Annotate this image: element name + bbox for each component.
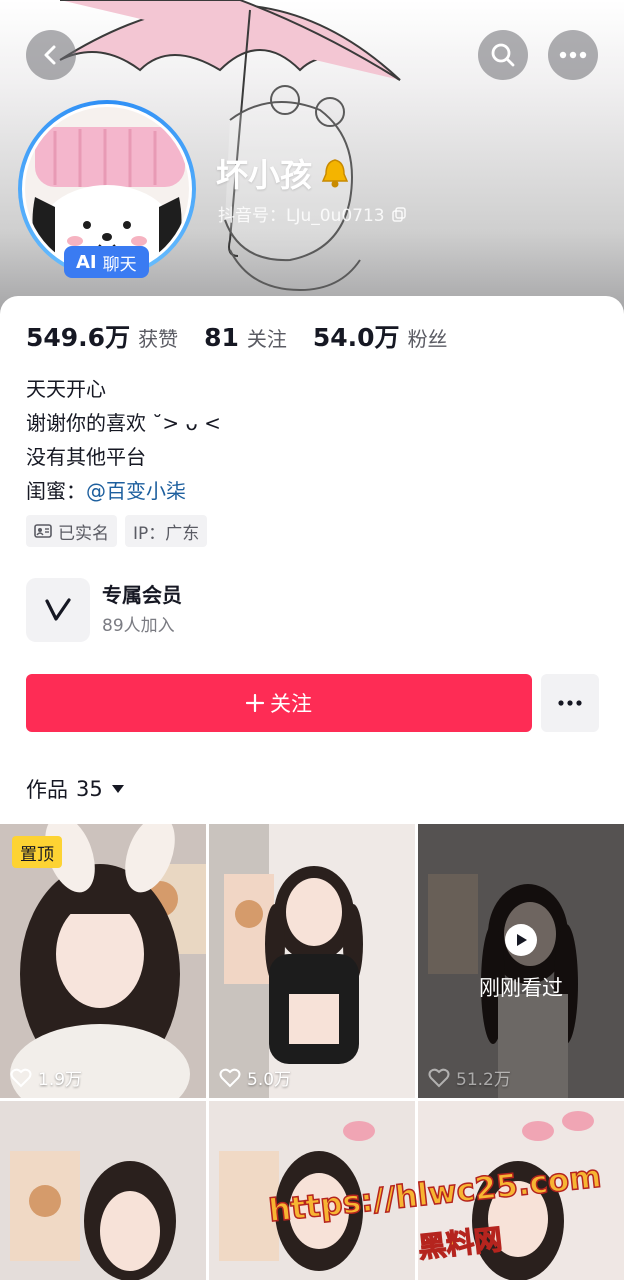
bio-mention-prefix: 闺蜜： (26, 479, 86, 503)
caret-down-icon (111, 785, 124, 793)
following-count[interactable]: 81 (204, 323, 239, 352)
search-icon (491, 43, 515, 67)
likes-label: 获赞 (138, 327, 179, 351)
bio-mention-link[interactable]: @百变小柒 (86, 479, 186, 503)
exclusive-membership[interactable]: 专属会员 89人加入 (26, 578, 182, 642)
plus-icon (246, 694, 264, 712)
video-thumbnail[interactable] (0, 1101, 206, 1280)
profile-stats: 549.6万 获赞 81 关注 54.0万 粉丝 (26, 318, 474, 354)
bio-line: 天天开心 (26, 377, 106, 401)
play-button[interactable] (505, 924, 537, 956)
v-logo-icon (45, 598, 71, 621)
chevron-left-icon (44, 45, 56, 65)
recently-viewed-label: 刚刚看过 (479, 976, 563, 1000)
followers-count[interactable]: 54.0万 (313, 318, 400, 354)
video-likes-count: 1.9万 (38, 1070, 83, 1090)
bio-line: 没有其他平台 (26, 445, 146, 469)
membership-logo (26, 578, 90, 642)
likes-count[interactable]: 549.6万 (26, 318, 130, 354)
follow-button[interactable]: 关注 (26, 674, 532, 732)
video-likes: 5.0万 (219, 1065, 291, 1090)
works-tab-label: 作品 (26, 778, 68, 802)
works-count: 35 (76, 777, 103, 801)
play-icon (517, 934, 527, 946)
ai-badge-label: 聊天 (102, 254, 137, 275)
verified-tag: 已实名 (26, 515, 117, 547)
ip-location-label: IP：广东 (133, 523, 200, 544)
profile-nickname-row: 坏小孩 (216, 150, 352, 196)
following-label: 关注 (246, 327, 287, 351)
ip-location-tag: IP：广东 (125, 515, 208, 547)
recently-viewed-overlay (418, 824, 624, 1098)
video-cover (0, 1101, 206, 1280)
back-button[interactable] (26, 30, 76, 80)
bell-icon (321, 159, 349, 188)
heart-icon (10, 1068, 32, 1087)
followers-label: 粉丝 (407, 327, 448, 351)
heart-icon (219, 1068, 241, 1087)
more-horizontal-icon (558, 700, 582, 706)
pinned-badge: 置顶 (12, 836, 62, 868)
profile-header: AI 聊天 坏小孩 抖音号：LJu_0u0713 (0, 0, 624, 330)
follow-label: 关注 (270, 692, 312, 716)
heart-icon (428, 1068, 450, 1087)
works-tab[interactable]: 作品 35 (26, 774, 125, 804)
copy-icon[interactable] (391, 206, 407, 222)
search-button[interactable] (478, 30, 528, 80)
profile-bio: 天天开心 谢谢你的喜欢 ˘> ᴗ < 没有其他平台 闺蜜：@百变小柒 (26, 372, 221, 508)
bio-line: 谢谢你的喜欢 ˘> ᴗ < (26, 411, 221, 435)
video-likes: 51.2万 (428, 1065, 511, 1090)
membership-title: 专属会员 (102, 583, 182, 607)
verified-label: 已实名 (58, 523, 109, 544)
more-options-button[interactable] (548, 30, 598, 80)
video-likes-count: 5.0万 (247, 1070, 292, 1090)
membership-text: 专属会员 89人加入 (102, 579, 182, 641)
video-likes-count: 51.2万 (456, 1070, 511, 1090)
profile-card: 549.6万 获赞 81 关注 54.0万 粉丝 天天开心 谢谢你的喜欢 ˘> … (0, 296, 624, 1280)
profile-tags: 已实名 IP：广东 (26, 515, 208, 547)
video-thumbnail[interactable]: 置顶 1.9万 (0, 824, 206, 1098)
more-horizontal-icon (559, 51, 587, 59)
ai-badge-prefix: AI (76, 251, 97, 273)
video-thumbnail[interactable]: 刚刚看过 51.2万 (418, 824, 624, 1098)
membership-subtitle: 89人加入 (102, 616, 175, 636)
follow-more-button[interactable] (541, 674, 599, 732)
video-thumbnail[interactable]: 5.0万 (209, 824, 415, 1098)
bio-line: 闺蜜：@百变小柒 (26, 474, 221, 508)
video-likes: 1.9万 (10, 1065, 82, 1090)
id-card-icon (34, 524, 52, 538)
douyin-id: 抖音号：LJu_0u0713 (218, 206, 385, 226)
video-cover (209, 824, 415, 1098)
profile-nickname: 坏小孩 (216, 156, 313, 194)
ai-chat-badge[interactable]: AI 聊天 (64, 246, 149, 278)
douyin-id-row[interactable]: 抖音号：LJu_0u0713 (218, 201, 407, 226)
